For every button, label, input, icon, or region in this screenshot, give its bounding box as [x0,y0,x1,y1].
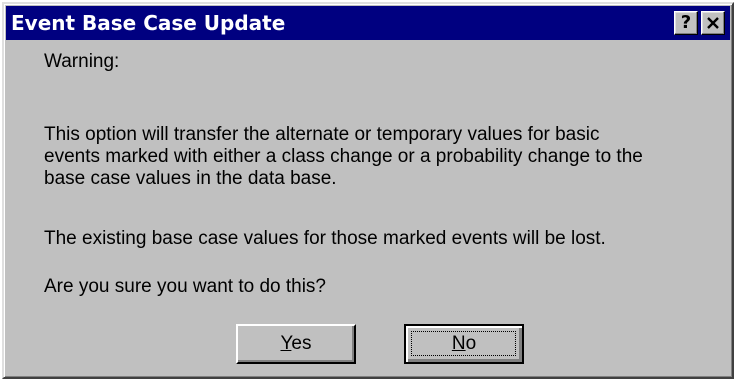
no-mnemonic: N [451,333,466,354]
close-button[interactable] [701,11,725,35]
warning-label: Warning: [44,51,120,72]
message-line: events marked with either a class change… [44,146,643,167]
yes-label-rest: es [291,333,312,354]
no-button[interactable]: No [404,324,524,364]
message-paragraph: This option will transfer the alternate … [44,124,734,190]
event-base-case-update-dialog: Event Base Case Update ? Warning: This o… [2,2,734,379]
yes-button[interactable]: Yes [236,324,356,364]
title-bar[interactable]: Event Base Case Update ? [6,6,730,40]
message-line: This option will transfer the alternate … [44,124,600,145]
window-title: Event Base Case Update [11,11,286,35]
help-icon: ? [680,12,692,33]
close-icon [707,17,719,29]
yes-mnemonic: Y [280,333,292,354]
no-button-label: No [452,333,476,354]
message-line: base case values in the data base. [44,168,337,189]
confirmation-question: Are you sure you want to do this? [44,276,326,297]
no-label-rest: o [465,333,477,354]
help-button[interactable]: ? [674,11,698,35]
yes-button-label: Yes [280,333,311,354]
consequence-text: The existing base case values for those … [44,228,606,249]
